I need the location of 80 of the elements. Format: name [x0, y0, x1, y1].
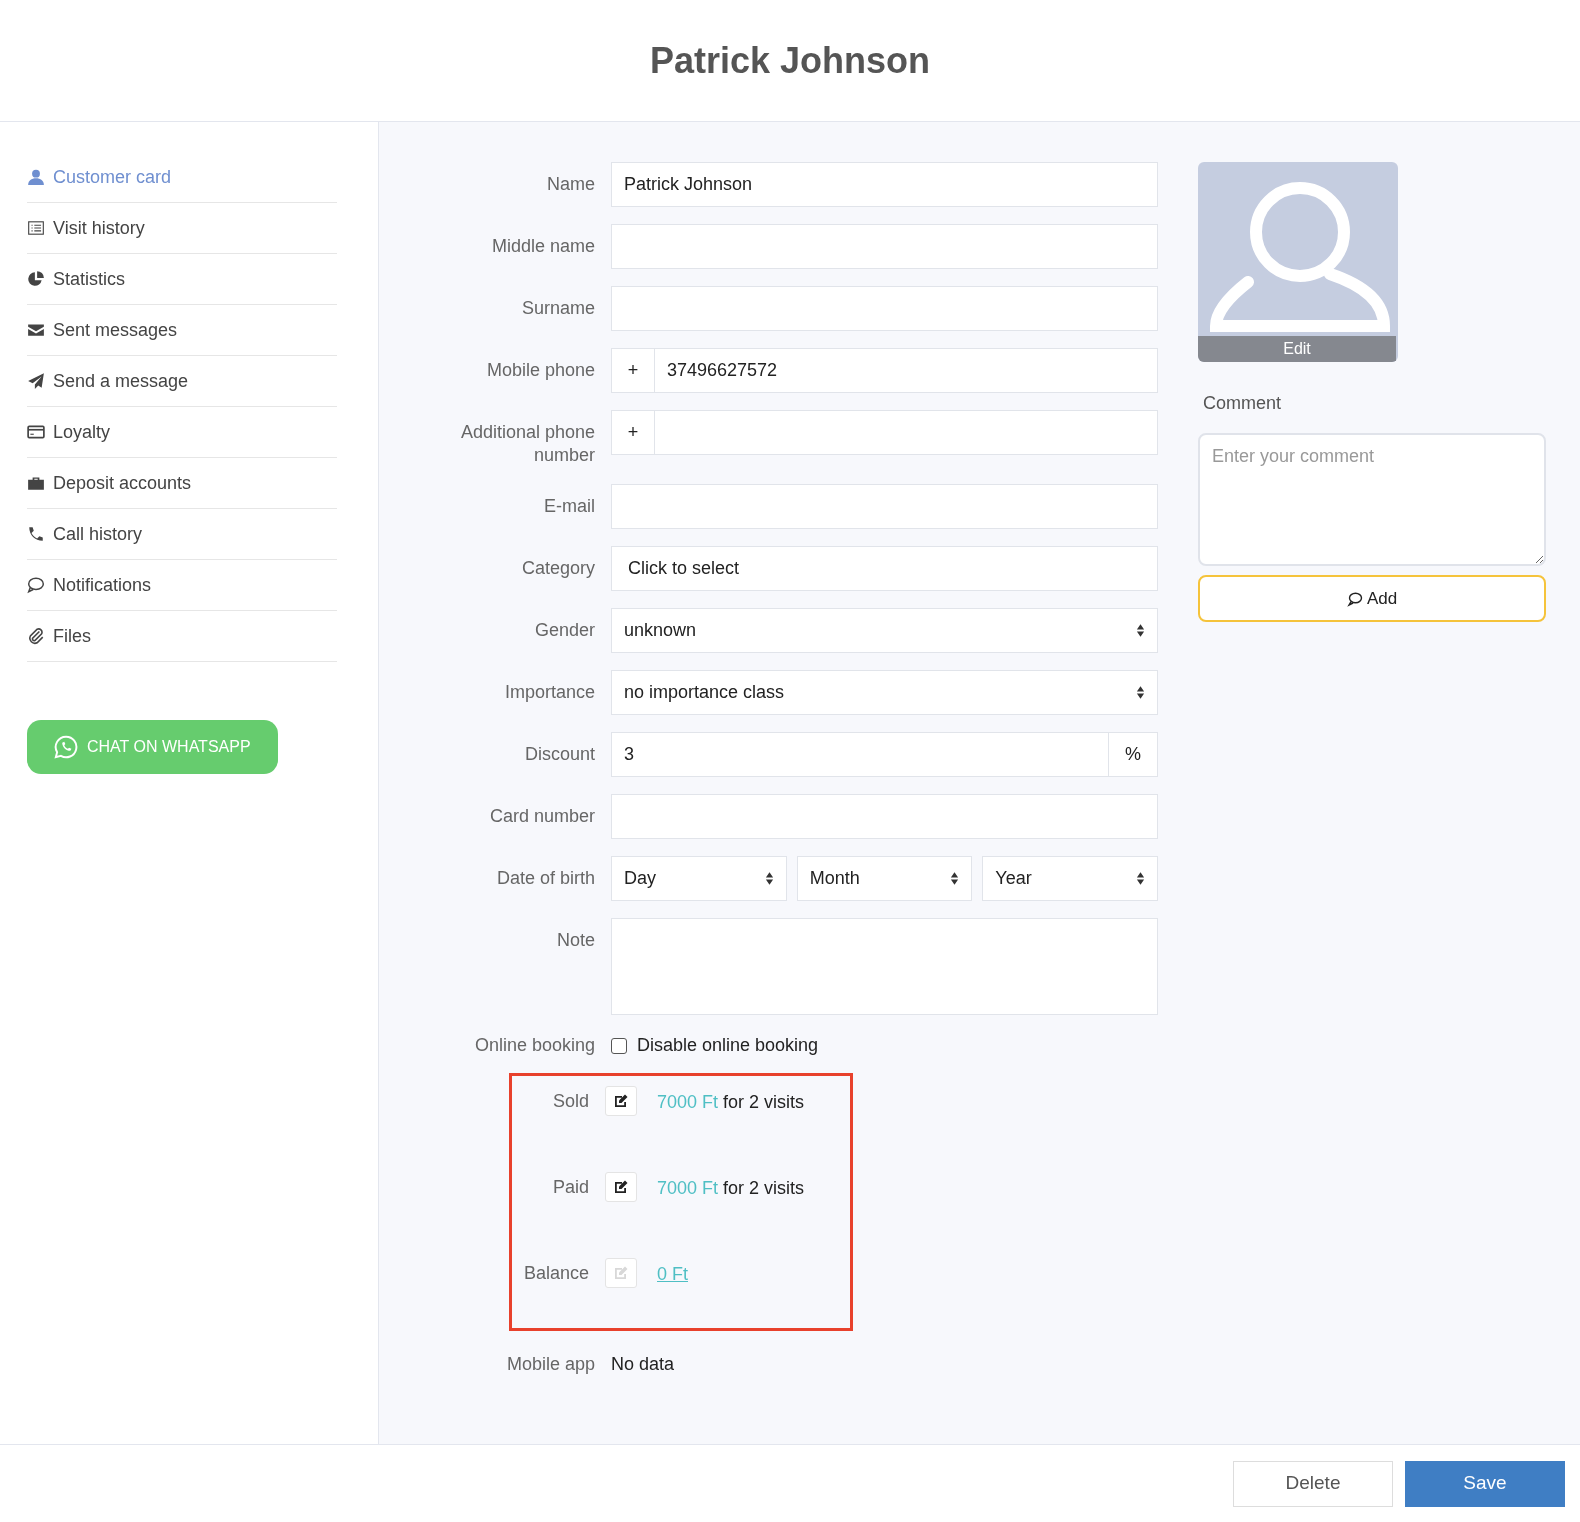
edit-icon — [613, 1265, 629, 1281]
percent-suffix: % — [1109, 732, 1158, 777]
field-label: Importance — [503, 681, 595, 704]
up-down-arrows-icon — [1136, 685, 1145, 700]
field-label: Middle name — [490, 235, 595, 258]
person-silhouette-icon — [1210, 182, 1390, 334]
paper-plane-icon — [27, 372, 45, 390]
briefcase-icon — [27, 474, 45, 492]
edit-icon — [613, 1179, 629, 1195]
checkbox[interactable] — [611, 1037, 627, 1054]
field-label: Discount — [523, 743, 595, 766]
phone-prefix: + — [611, 410, 655, 455]
pie-chart-icon — [27, 270, 45, 288]
field-label: E-mail — [543, 495, 595, 518]
paperclip-icon — [27, 627, 45, 645]
up-down-arrows-icon — [1136, 623, 1145, 638]
up-down-arrows-icon — [950, 871, 960, 886]
select-field[interactable]: unknown — [611, 608, 1158, 653]
list-icon — [27, 219, 45, 237]
text-field[interactable]: Patrick Johnson — [611, 162, 1158, 207]
comment-label: Comment — [1203, 392, 1283, 415]
checkbox-label: Disable online booking — [637, 1034, 819, 1057]
comment-field[interactable]: Enter your comment — [1198, 433, 1546, 566]
up-down-arrows-icon — [1136, 871, 1145, 886]
text-field[interactable] — [611, 286, 1158, 331]
up-down-arrows-icon — [764, 871, 774, 886]
edit-button[interactable] — [605, 1172, 637, 1202]
field-label: Online booking — [473, 1034, 595, 1057]
edit-icon — [613, 1093, 629, 1109]
field-label: Sold — [551, 1090, 589, 1113]
save-button[interactable]: Save — [1405, 1460, 1565, 1507]
whatsapp-icon — [53, 734, 79, 760]
sidebar-item[interactable]: Files — [27, 611, 337, 662]
text-field[interactable] — [611, 484, 1158, 529]
text-field[interactable] — [611, 224, 1158, 269]
envelope-icon — [27, 321, 45, 339]
user-icon — [27, 168, 45, 186]
field-label: Date of birth — [495, 867, 595, 890]
field-label: Surname — [520, 297, 595, 320]
amount-text: 7000 Ft for 2 visits — [657, 1177, 805, 1200]
phone-icon — [27, 525, 45, 543]
date-select[interactable]: Day — [611, 856, 787, 901]
speech-bubble-icon — [1346, 590, 1363, 607]
phone-field[interactable]: 37496627572 — [655, 348, 1158, 393]
field-label: Balance — [522, 1262, 589, 1285]
sidebar-item[interactable]: Notifications — [27, 560, 337, 611]
field-label: Additional phone number — [459, 421, 595, 467]
note-field[interactable] — [611, 918, 1158, 1015]
amount-text: 7000 Ft for 2 visits — [657, 1091, 805, 1114]
sidebar-item[interactable]: Statistics — [27, 254, 337, 305]
field-label: Note — [555, 929, 595, 952]
delete-button[interactable]: Delete — [1233, 1460, 1393, 1507]
select-field[interactable]: no importance class — [611, 670, 1158, 715]
date-select[interactable]: Year — [982, 856, 1158, 901]
phone-field[interactable] — [655, 410, 1158, 455]
phone-prefix: + — [611, 348, 655, 393]
field-label: Card number — [488, 805, 595, 828]
sidebar-item[interactable]: Call history — [27, 509, 337, 560]
card-icon — [27, 423, 45, 441]
sidebar-item[interactable]: Loyalty — [27, 407, 337, 458]
field-label: Mobile app — [505, 1353, 595, 1376]
field-value: No data — [611, 1353, 675, 1376]
sidebar-item[interactable]: Deposit accounts — [27, 458, 337, 509]
field-label: Mobile phone — [485, 359, 595, 382]
discount-field[interactable]: 3 — [611, 732, 1109, 777]
add-comment-button[interactable]: Add — [1198, 575, 1546, 622]
edit-photo-button[interactable]: Edit — [1198, 336, 1396, 362]
page-title: Patrick Johnson — [649, 38, 931, 83]
field-label: Paid — [551, 1176, 589, 1199]
date-select[interactable]: Month — [796, 856, 973, 901]
text-field[interactable] — [611, 794, 1158, 839]
edit-button[interactable] — [605, 1086, 637, 1116]
field-label: Category — [520, 557, 595, 580]
sidebar-item[interactable]: Sent messages — [27, 305, 337, 356]
sidebar-item[interactable]: Visit history — [27, 203, 337, 254]
sidebar-item[interactable]: Send a message — [27, 356, 337, 407]
category-picker[interactable]: Click to select — [611, 546, 1158, 591]
field-label: Gender — [533, 619, 595, 642]
speech-bubble-icon — [27, 576, 45, 594]
field-label: Name — [546, 173, 595, 196]
